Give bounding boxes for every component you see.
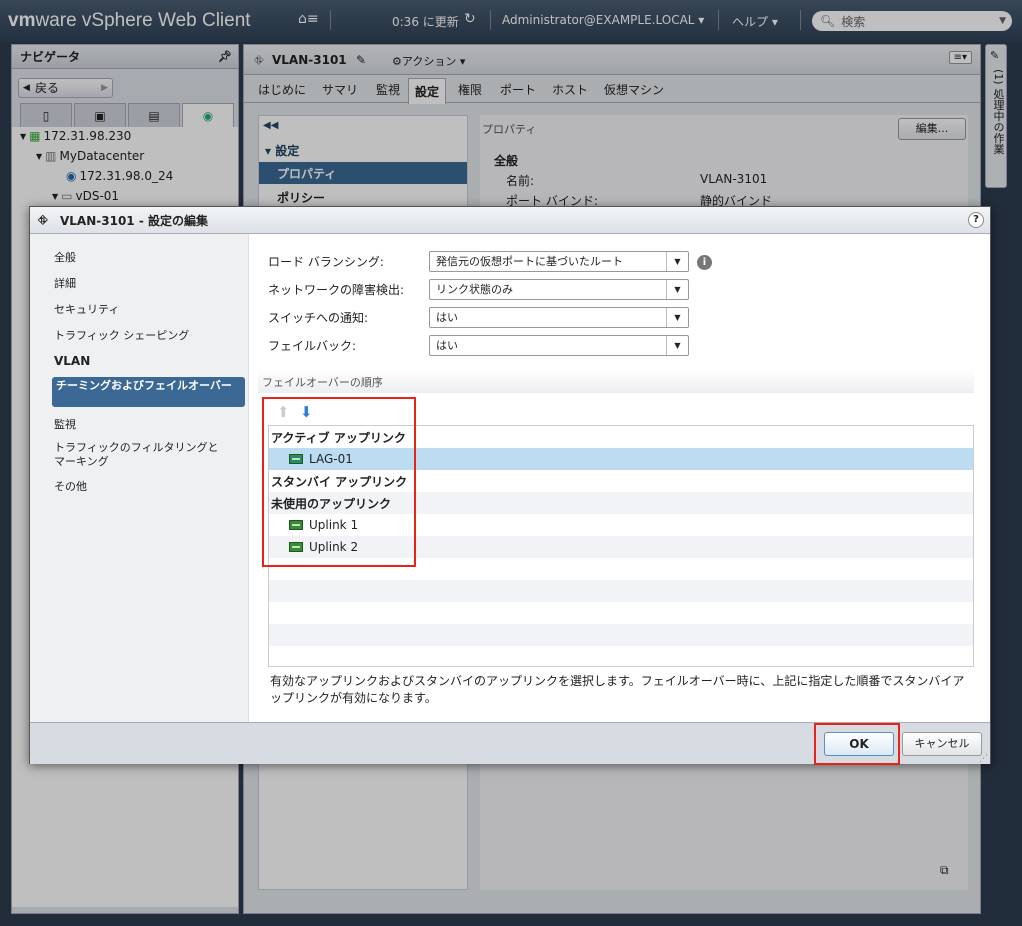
help-icon[interactable]: ?: [968, 212, 984, 228]
load-balancing-label: ロード バランシング:: [268, 255, 384, 269]
table-row: [269, 624, 973, 646]
portgroup-icon: ⛗: [38, 213, 48, 227]
failure-detection-label: ネットワークの障害検出:: [268, 283, 405, 297]
notify-switches-select[interactable]: はい ▼: [429, 307, 689, 328]
dialog-nav-teaming-failover[interactable]: チーミングおよびフェイルオーバー: [52, 377, 245, 407]
dialog-nav: 全般 詳細 セキュリティ トラフィック シェーピング VLAN チーミングおよび…: [30, 234, 249, 722]
load-balancing-select[interactable]: 発信元の仮想ポートに基づいたルート ▼: [429, 251, 689, 272]
notify-switches-label: スイッチへの通知:: [268, 311, 369, 325]
cancel-button[interactable]: キャンセル: [902, 732, 982, 756]
failover-description: 有効なアップリンクおよびスタンバイのアップリンクを選択します。フェイルオーバー時…: [270, 674, 965, 705]
info-icon[interactable]: i: [697, 255, 712, 270]
dialog-nav-advanced[interactable]: 詳細: [54, 277, 76, 291]
dialog-nav-traffic-filtering[interactable]: トラフィックのフィルタリングとマーキング: [54, 441, 224, 469]
resize-grip-icon[interactable]: ⋰: [979, 754, 988, 764]
table-row: [269, 602, 973, 624]
dialog-nav-vlan[interactable]: VLAN: [54, 354, 90, 368]
edit-settings-dialog: ⛗ VLAN-3101 - 設定の編集 ? 全般 詳細 セキュリティ トラフィッ…: [29, 206, 991, 764]
dialog-title: VLAN-3101 - 設定の編集: [60, 213, 208, 228]
failover-order-header: フェイルオーバーの順序: [258, 369, 974, 393]
highlight-uplink-list: [262, 397, 416, 567]
chevron-down-icon: ▼: [666, 252, 688, 271]
dialog-header: ⛗ VLAN-3101 - 設定の編集 ?: [30, 207, 990, 234]
dialog-nav-misc[interactable]: その他: [54, 480, 87, 494]
failback-label: フェイルバック:: [268, 339, 357, 353]
chevron-down-icon: ▼: [666, 336, 688, 355]
table-row: [269, 580, 973, 602]
dialog-nav-traffic-shaping[interactable]: トラフィック シェーピング: [54, 329, 189, 343]
dialog-nav-general[interactable]: 全般: [54, 251, 76, 265]
failback-select[interactable]: はい ▼: [429, 335, 689, 356]
highlight-ok-button: [814, 723, 900, 765]
table-row: [269, 646, 973, 666]
chevron-down-icon: ▼: [666, 280, 688, 299]
dialog-nav-security[interactable]: セキュリティ: [54, 303, 119, 317]
chevron-down-icon: ▼: [666, 308, 688, 327]
failure-detection-select[interactable]: リンク状態のみ ▼: [429, 279, 689, 300]
dialog-nav-monitoring[interactable]: 監視: [54, 418, 76, 432]
